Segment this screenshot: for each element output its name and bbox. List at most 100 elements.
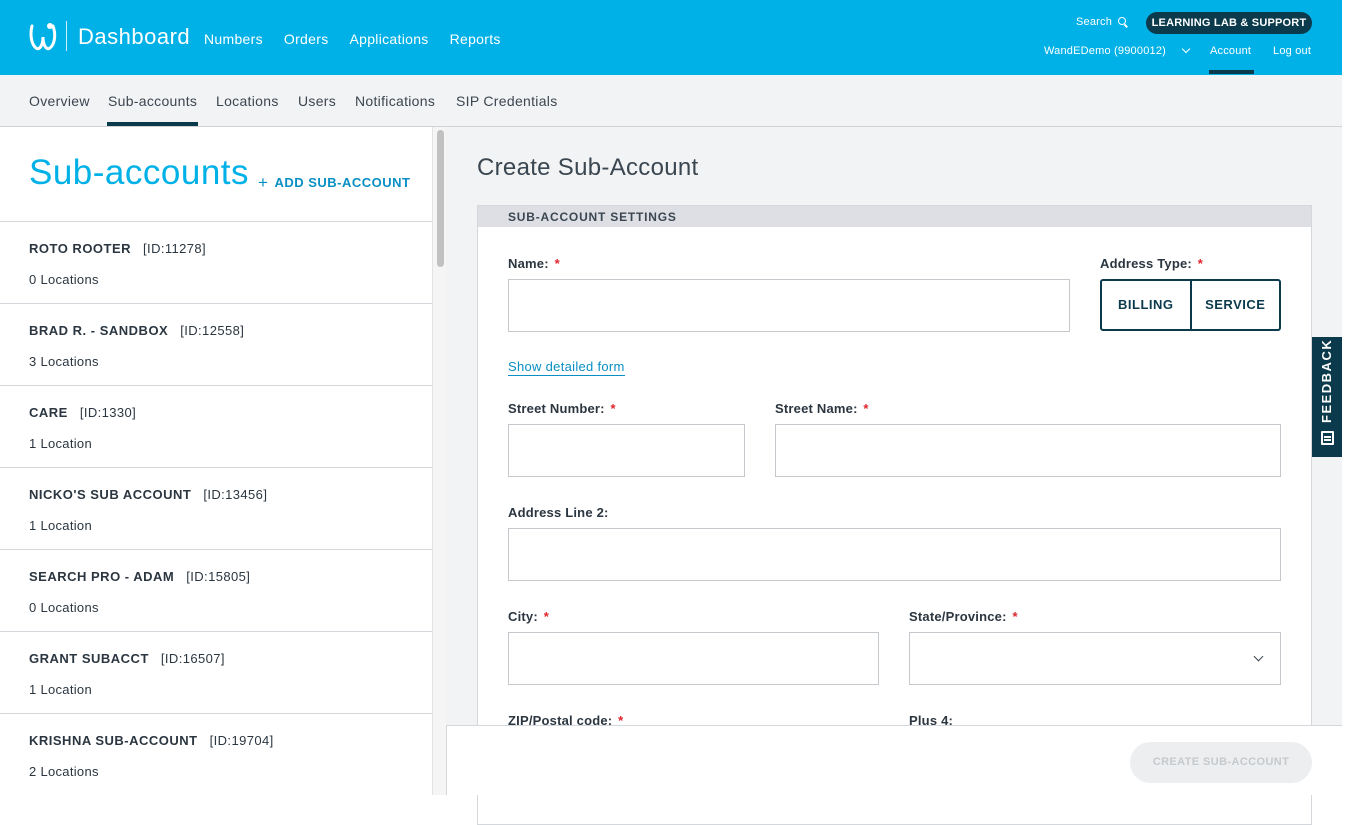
list-item[interactable]: SEARCH PRO - ADAM [ID:15805] 0 Locations xyxy=(0,550,432,632)
chevron-down-icon xyxy=(1253,651,1264,662)
list-item[interactable]: NICKO'S SUB ACCOUNT [ID:13456] 1 Location xyxy=(0,468,432,550)
window-edge xyxy=(1342,0,1346,795)
account-locations: 3 Locations xyxy=(29,354,99,369)
account-locations: 1 Location xyxy=(29,436,92,451)
tab-sip-credentials[interactable]: SIP Credentials xyxy=(456,93,558,109)
create-sub-account-button[interactable]: CREATE SUB-ACCOUNT xyxy=(1130,742,1312,783)
add-sub-account-button[interactable]: + ADD SUB-ACCOUNT xyxy=(258,172,410,192)
app-title[interactable]: Dashboard xyxy=(78,24,190,50)
required-mark: * xyxy=(1012,609,1018,624)
tab-sub-accounts[interactable]: Sub-accounts xyxy=(108,93,197,109)
street-number-label-text: Street Number: xyxy=(508,401,605,416)
create-sub-account-panel: Create Sub-Account SUB-ACCOUNT SETTINGS … xyxy=(446,127,1342,825)
account-name: NICKO'S SUB ACCOUNT xyxy=(29,487,192,502)
street-name-label-text: Street Name: xyxy=(775,401,858,416)
account-id: [ID:1330] xyxy=(79,405,137,420)
street-name-input[interactable] xyxy=(775,424,1281,477)
learning-lab-button[interactable]: LEARNING LAB & SUPPORT xyxy=(1146,12,1312,34)
logout-link[interactable]: Log out xyxy=(1273,45,1311,57)
search-link[interactable]: Search xyxy=(1076,16,1127,28)
section-header: SUB-ACCOUNT SETTINGS xyxy=(478,206,1311,227)
nav-numbers[interactable]: Numbers xyxy=(204,31,263,47)
form-footer: CREATE SUB-ACCOUNT xyxy=(446,725,1342,795)
tab-users[interactable]: Users xyxy=(298,93,336,109)
feedback-icon xyxy=(1321,431,1334,445)
account-id: [ID:11278] xyxy=(143,241,207,256)
sub-nav: Overview Sub-accounts Locations Users No… xyxy=(0,75,1342,127)
street-number-label: Street Number: * xyxy=(508,401,616,416)
city-label: City: * xyxy=(508,609,549,624)
name-input[interactable] xyxy=(508,279,1070,332)
address-line2-input[interactable] xyxy=(508,528,1281,581)
account-id: [ID:16507] xyxy=(160,651,225,666)
account-locations: 2 Locations xyxy=(29,764,99,779)
account-name: KRISHNA SUB-ACCOUNT xyxy=(29,733,198,748)
service-option[interactable]: SERVICE xyxy=(1192,281,1280,329)
account-name: CARE xyxy=(29,405,68,420)
list-item[interactable]: GRANT SUBACCT [ID:16507] 1 Location xyxy=(0,632,432,714)
account-name: GRANT SUBACCT xyxy=(29,651,149,666)
active-tab-indicator xyxy=(107,122,198,126)
list-item[interactable]: KRISHNA SUB-ACCOUNT [ID:19704] 2 Location… xyxy=(0,714,432,795)
logo-divider xyxy=(66,21,67,51)
required-mark: * xyxy=(863,401,869,416)
name-label-text: Name: xyxy=(508,256,549,271)
top-bar: Dashboard Numbers Orders Applications Re… xyxy=(0,0,1342,75)
required-mark: * xyxy=(1197,256,1204,271)
street-name-label: Street Name: * xyxy=(775,401,869,416)
account-locations: 0 Locations xyxy=(29,600,99,615)
account-id: [ID:13456] xyxy=(203,487,268,502)
account-id: [ID:19704] xyxy=(209,733,274,748)
tab-overview[interactable]: Overview xyxy=(29,93,90,109)
account-id: [ID:12558] xyxy=(180,323,245,338)
scrollbar-thumb[interactable] xyxy=(437,130,444,267)
city-input[interactable] xyxy=(508,632,879,685)
sub-accounts-panel: Sub-accounts + ADD SUB-ACCOUNT ROTO ROOTE… xyxy=(0,127,432,795)
show-detailed-form-link[interactable]: Show detailed form xyxy=(508,359,625,376)
billing-option[interactable]: BILLING xyxy=(1102,281,1192,329)
add-sub-account-label: ADD SUB-ACCOUNT xyxy=(274,175,411,190)
state-label: State/Province: * xyxy=(909,609,1018,624)
address-type-label-text: Address Type: xyxy=(1100,256,1192,271)
address-line2-label: Address Line 2: xyxy=(508,505,609,520)
account-selector-label: WandEDemo (9900012) xyxy=(1044,45,1167,57)
brand-logo[interactable] xyxy=(28,20,58,52)
state-label-text: State/Province: xyxy=(909,609,1007,624)
account-locations: 1 Location xyxy=(29,518,92,533)
nav-applications[interactable]: Applications xyxy=(350,31,429,47)
sidebar-scrollbar[interactable] xyxy=(432,127,446,795)
plus-icon: + xyxy=(258,173,269,192)
main-nav: Numbers Orders Applications Reports xyxy=(204,31,501,47)
list-item[interactable]: ROTO ROOTER [ID:11278] 0 Locations xyxy=(0,222,432,304)
nav-orders[interactable]: Orders xyxy=(284,31,329,47)
required-mark: * xyxy=(610,401,616,416)
account-name: ROTO ROOTER xyxy=(29,241,132,256)
nav-reports[interactable]: Reports xyxy=(450,31,501,47)
street-number-input[interactable] xyxy=(508,424,745,477)
chevron-down-icon xyxy=(1182,44,1191,54)
name-label: Name: * xyxy=(508,256,560,271)
account-name: SEARCH PRO - ADAM xyxy=(29,569,175,584)
account-selector[interactable]: WandEDemo (9900012) xyxy=(1044,44,1191,57)
account-link[interactable]: Account xyxy=(1210,45,1251,57)
search-icon xyxy=(1118,17,1127,25)
panel-title: Sub-accounts xyxy=(29,153,250,192)
page-title: Create Sub-Account xyxy=(477,154,699,181)
search-label: Search xyxy=(1076,16,1113,28)
address-type-toggle: BILLING SERVICE xyxy=(1100,279,1281,331)
required-mark: * xyxy=(543,609,549,624)
account-locations: 1 Location xyxy=(29,682,92,697)
required-mark: * xyxy=(554,256,560,271)
tab-notifications[interactable]: Notifications xyxy=(355,93,435,109)
account-list: ROTO ROOTER [ID:11278] 0 Locations BRAD R… xyxy=(0,221,432,795)
city-label-text: City: xyxy=(508,609,538,624)
active-indicator xyxy=(1209,70,1254,74)
state-select[interactable] xyxy=(909,632,1281,685)
feedback-label: FEEDBACK xyxy=(1319,338,1334,423)
list-item[interactable]: CARE [ID:1330] 1 Location xyxy=(0,386,432,468)
list-item[interactable]: BRAD R. - SANDBOX [ID:12558] 3 Locations xyxy=(0,304,432,386)
account-id: [ID:15805] xyxy=(186,569,251,584)
address-type-label: Address Type: * xyxy=(1100,256,1203,271)
feedback-tab[interactable]: FEEDBACK xyxy=(1312,337,1342,457)
tab-locations[interactable]: Locations xyxy=(216,93,279,109)
